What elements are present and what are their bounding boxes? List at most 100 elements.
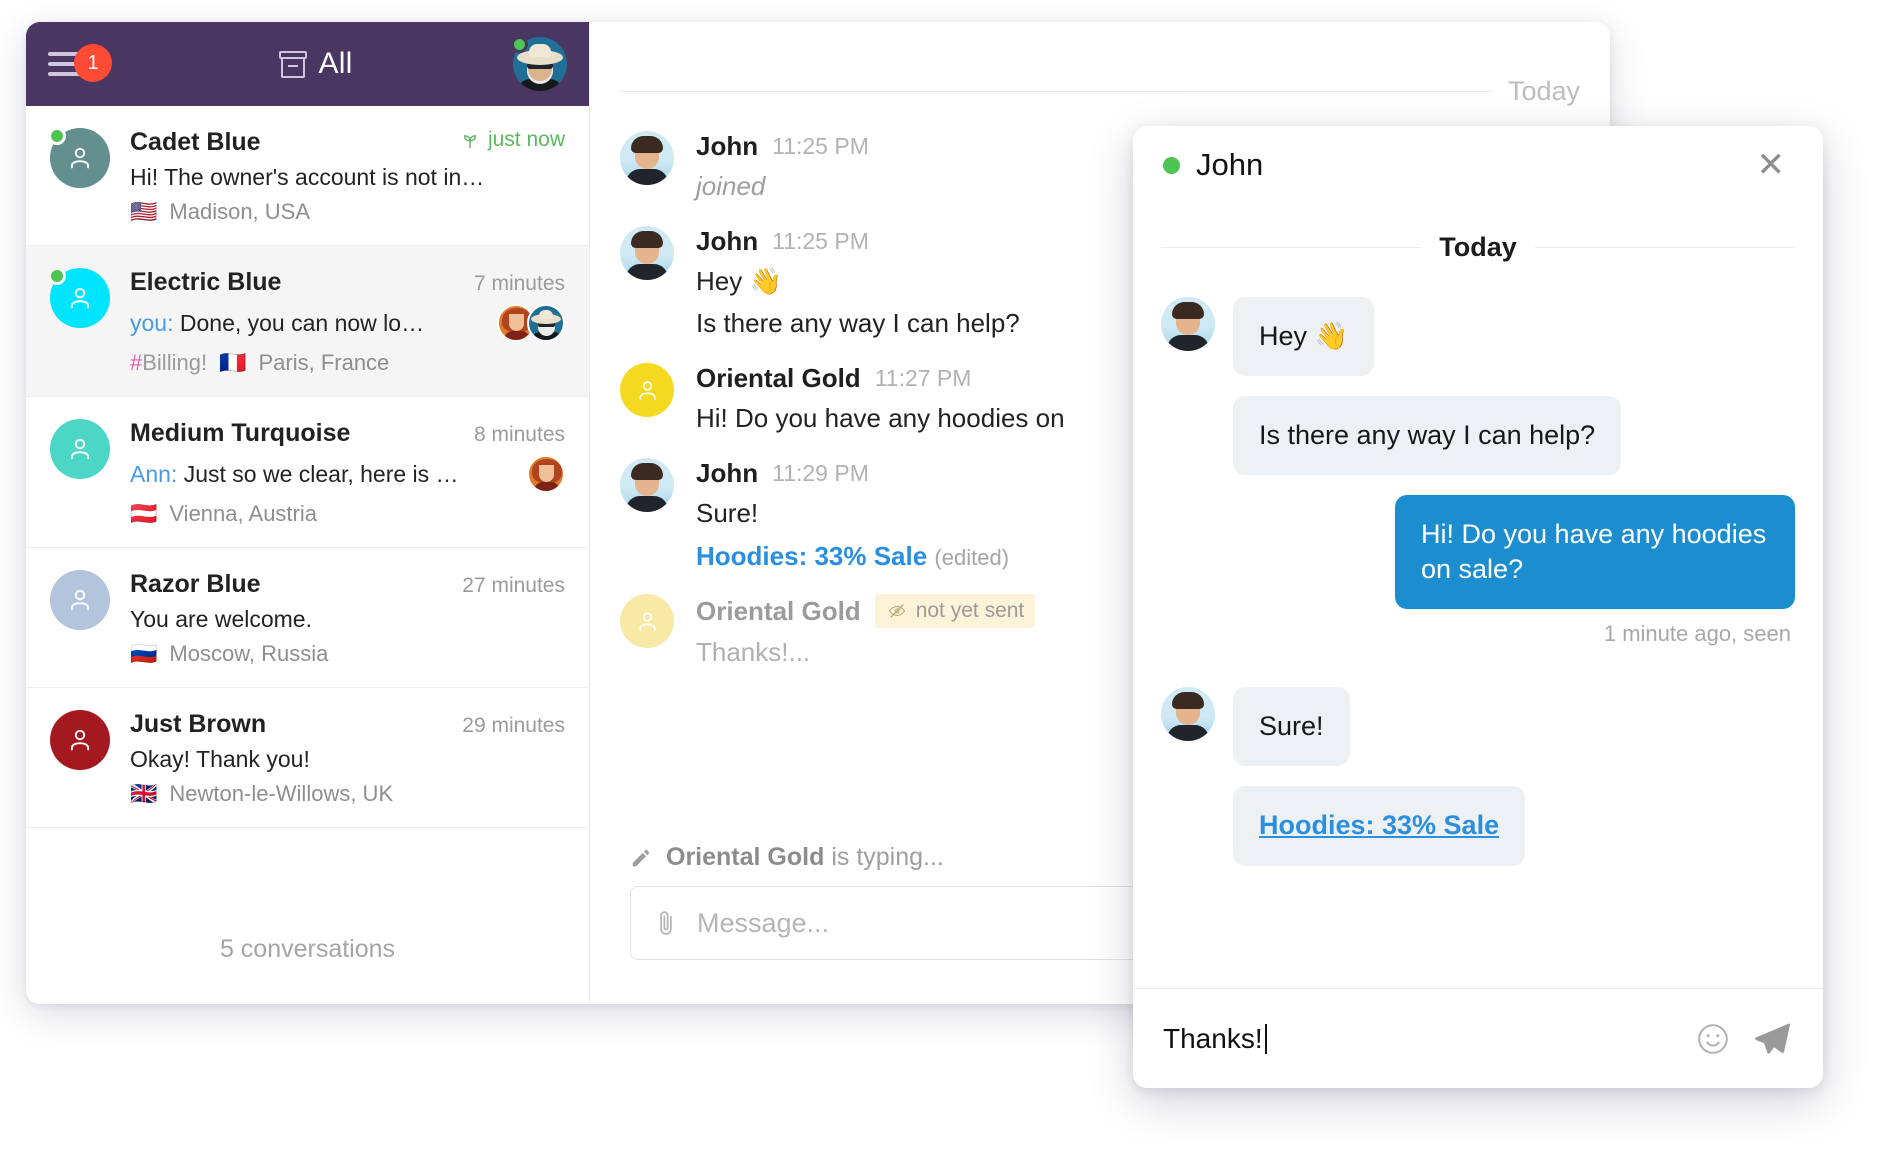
message-author: John [696, 458, 759, 489]
person-icon [70, 287, 90, 309]
avatar [50, 419, 110, 479]
message-bubble-row: Hey 👋 [1161, 297, 1795, 377]
popup-day-label: Today [1439, 232, 1517, 262]
conversations-sidebar: 1 All Cadet Blue just now Hi! The owner'… [26, 22, 590, 1004]
typing-user: Oriental Gold [666, 843, 825, 871]
message-bubble-row: Hi! Do you have any hoodies on sale? [1161, 495, 1795, 610]
eye-slash-icon [888, 604, 905, 619]
person-icon [70, 729, 90, 751]
message-bubble-them: Hey 👋 [1233, 297, 1375, 377]
conversation-meta: 🇺🇸 Madison, USA [130, 199, 565, 225]
popup-composer: Thanks! [1133, 988, 1823, 1088]
conversation-avatar [48, 127, 110, 225]
country-flag-icon: 🇺🇸 [130, 199, 158, 224]
text-caret [1264, 1023, 1267, 1054]
close-icon[interactable]: ✕ [1749, 144, 1794, 186]
pencil-icon [632, 849, 650, 866]
current-user-avatar[interactable] [511, 36, 567, 91]
message-bubble-own: Hi! Do you have any hoodies on sale? [1395, 495, 1795, 610]
participant-avatars [527, 455, 565, 493]
conversation-meta: 🇦🇹 Vienna, Austria [130, 501, 565, 527]
smiley-icon[interactable] [1695, 1021, 1731, 1057]
day-separator: Today [620, 76, 1580, 107]
conversation-avatar [50, 570, 110, 667]
sprout-icon [463, 135, 477, 149]
conversation-time: just now [460, 128, 565, 152]
typing-suffix: is typing... [831, 843, 944, 871]
menu-button[interactable]: 1 [48, 42, 118, 86]
online-status-dot [48, 127, 66, 145]
message-author: Oriental Gold [696, 595, 861, 626]
conversation-location: Vienna, Austria [169, 501, 317, 526]
message-time: 11:25 PM [772, 228, 869, 255]
conversation-item[interactable]: Electric Blue 7 minutes you: Done, you c… [26, 246, 589, 397]
message-author: John [696, 226, 759, 257]
popup-title: John [1196, 147, 1264, 182]
message-avatar [620, 226, 674, 281]
person-icon [70, 147, 90, 169]
conversation-meta: 🇬🇧 Newton-le-Willows, UK [130, 781, 565, 807]
country-flag-icon: 🇫🇷 [219, 350, 247, 375]
person-icon [70, 438, 90, 460]
participant-avatars [497, 304, 565, 342]
popup-input-value: Thanks! [1163, 1022, 1263, 1054]
message-avatar [620, 363, 674, 418]
conversation-count: 5 conversations [26, 901, 589, 1004]
message-time: 11:25 PM [772, 133, 869, 159]
message-input-placeholder: Message... [697, 907, 830, 938]
popup-day-separator: Today [1161, 232, 1796, 263]
conversation-location: Paris, France [258, 350, 390, 375]
avatar [50, 710, 110, 770]
conversation-item[interactable]: Razor Blue 27 minutes You are welcome. 🇷… [26, 548, 589, 688]
edited-label: (edited) [934, 545, 1010, 571]
avatar [50, 570, 110, 630]
conversation-preview: Ann: Just so we clear, here is … [130, 460, 459, 487]
online-status-dot [48, 267, 66, 285]
send-paper-plane-icon[interactable] [1751, 1018, 1793, 1060]
archive-box-icon [278, 50, 307, 78]
conversation-time: 8 minutes [473, 423, 565, 446]
message-bubble-them: Sure! [1233, 687, 1350, 767]
conversation-location: Newton-le-Willows, UK [169, 781, 394, 806]
not-sent-badge: not yet sent [874, 594, 1036, 629]
conversation-time: 7 minutes [473, 272, 565, 295]
conversation-location: Moscow, Russia [169, 641, 329, 666]
conversation-meta: #Billing! 🇫🇷 Paris, France [130, 350, 565, 376]
conversation-list[interactable]: Cadet Blue just now Hi! The owner's acco… [26, 106, 589, 901]
person-icon [70, 589, 90, 611]
message-avatar [1161, 297, 1215, 351]
conversation-preview: Hi! The owner's account is not in… [130, 164, 485, 190]
filter-all-button[interactable]: All [118, 47, 513, 81]
message-author: John [696, 131, 759, 161]
online-dot-icon [1163, 156, 1180, 174]
message-bubble-row: Hoodies: 33% Sale [1161, 786, 1795, 866]
message-avatar [620, 594, 674, 649]
popup-header: John ✕ [1133, 126, 1823, 204]
country-flag-icon: 🇦🇹 [130, 501, 158, 526]
message-avatar [1161, 687, 1215, 742]
message-bubble-row: Is there any way I can help? [1161, 396, 1795, 476]
popup-message-input[interactable]: Thanks! [1163, 1023, 1675, 1055]
conversation-time: 29 minutes [462, 714, 565, 737]
conversation-item[interactable]: Medium Turquoise 8 minutes Ann: Just so … [26, 397, 589, 548]
screen: 1 All Cadet Blue just now Hi! The owner'… [0, 0, 1878, 1159]
country-flag-icon: 🇷🇺 [130, 641, 158, 666]
conversation-name: Razor Blue [130, 570, 261, 598]
conversation-name: Just Brown [130, 710, 267, 738]
message-bubble-link[interactable]: Hoodies: 33% Sale [1233, 786, 1526, 866]
conversation-preview: You are welcome. [130, 606, 312, 632]
popup-chat-widget: John ✕ Today Hey 👋 Is there any way I ca… [1133, 126, 1823, 1088]
participant-avatar [527, 455, 565, 493]
conversation-item[interactable]: Cadet Blue just now Hi! The owner's acco… [26, 106, 589, 246]
person-icon [638, 381, 656, 400]
message-status: 1 minute ago, seen [1603, 621, 1791, 647]
conversation-avatar [50, 419, 110, 527]
conversation-item[interactable]: Just Brown 29 minutes Okay! Thank you! 🇬… [26, 688, 589, 828]
popup-messages[interactable]: Today Hey 👋 Is there any way I can help?… [1133, 204, 1823, 988]
conversation-avatar [50, 710, 110, 807]
conversation-name: Cadet Blue [130, 128, 261, 156]
conversation-time: 27 minutes [462, 574, 565, 597]
message-author: Oriental Gold [696, 363, 861, 394]
paperclip-icon [660, 911, 672, 935]
sidebar-header: 1 All [26, 22, 589, 106]
